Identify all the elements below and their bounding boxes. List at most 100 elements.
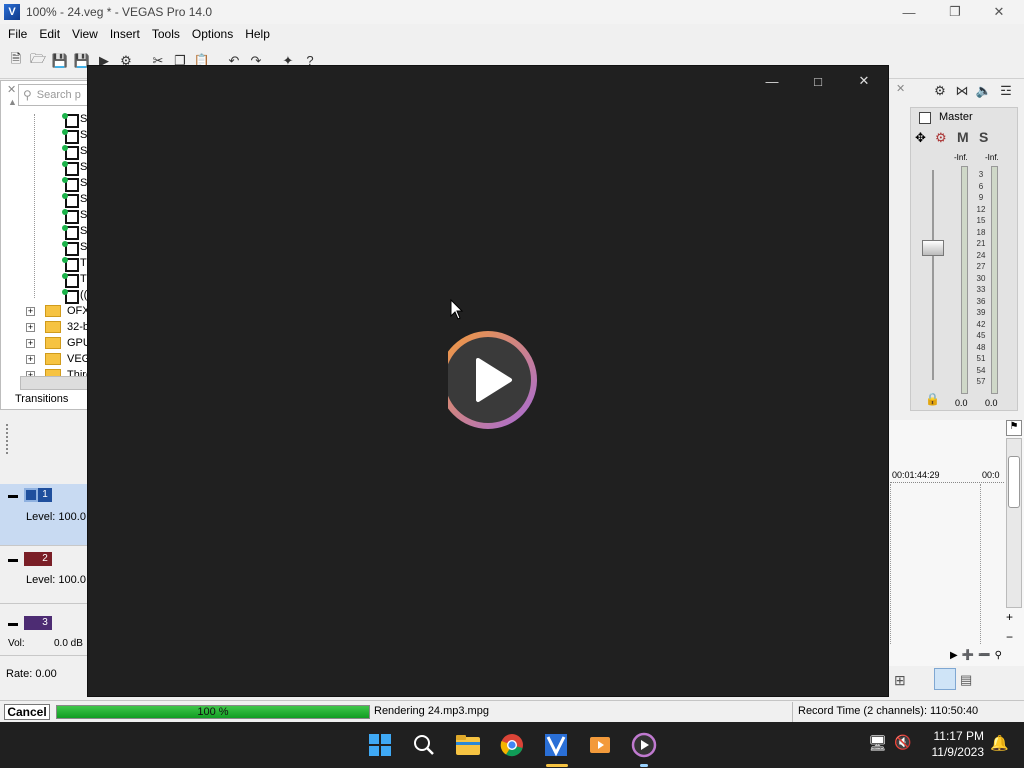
file-explorer-icon[interactable] [454, 731, 482, 759]
mixer-settings-gear-icon[interactable]: ⚙ [930, 81, 950, 101]
mixer-toolbar: ⚙ ⋈ 🔈 ☲ [892, 80, 1024, 102]
search-input[interactable]: ⚲ Search p [18, 84, 88, 106]
plugin-item[interactable]: S [62, 127, 87, 144]
folder-item[interactable]: + GPU [26, 335, 91, 351]
plugin-item[interactable]: T [62, 255, 87, 272]
chrome-icon[interactable] [498, 731, 526, 759]
folder-item[interactable]: +32-bi [26, 319, 91, 335]
plugin-item[interactable]: S [62, 191, 87, 208]
menu-file[interactable]: File [2, 27, 33, 41]
mixer-speaker-icon[interactable]: 🔈 [974, 81, 994, 101]
panel-close-icon[interactable]: ✕ [7, 83, 16, 96]
track-1-header[interactable]: ▬ 1 Level: 100.0 [0, 484, 88, 546]
plugin-label: (( [80, 289, 88, 301]
mute-button[interactable]: M [957, 129, 969, 145]
track-3-collapse-icon[interactable]: ▬ [8, 618, 18, 629]
track-2-collapse-icon[interactable]: ▬ [8, 554, 18, 565]
plugin-label: S [80, 145, 88, 157]
expand-icon[interactable]: + [26, 354, 35, 364]
timeline-nav-buttons[interactable]: ▶➕➖⚲ [950, 650, 1006, 661]
master-fader-handle[interactable] [922, 240, 944, 256]
track-2-header[interactable]: ▬ 2 Level: 100.0 [0, 548, 88, 604]
tab-transitions[interactable]: Transitions [6, 393, 88, 411]
track-3-icon [24, 616, 38, 630]
media-player-window: — □ ✕ [88, 66, 888, 696]
menu-view[interactable]: View [66, 27, 104, 41]
player-maximize-button[interactable]: □ [798, 70, 838, 92]
expand-icon[interactable]: + [26, 322, 35, 332]
track-1-collapse-icon[interactable]: ▬ [8, 490, 18, 501]
search-placeholder: Search p [36, 89, 81, 101]
panel-scroll-up-icon[interactable]: ▲ [8, 97, 17, 107]
track-list-grip[interactable] [6, 424, 12, 454]
plugin-item[interactable]: S [62, 207, 87, 224]
notification-bell-icon[interactable]: 🔔 [990, 734, 1009, 752]
scrollbar-thumb[interactable] [1008, 456, 1020, 508]
plugin-icon [62, 273, 79, 288]
close-button[interactable]: ✕ [976, 0, 1022, 24]
minimize-button[interactable]: — [886, 0, 932, 24]
plugin-item[interactable]: T [62, 271, 87, 288]
volume-muted-icon[interactable]: 🔇 [894, 734, 911, 751]
new-file-icon[interactable]: 🗎 [6, 51, 26, 71]
folder-icon [45, 305, 61, 317]
title-bar: V 100% - 24.veg * - VEGAS Pro 14.0 — ❐ ✕ [0, 0, 1024, 24]
track-1-icon [24, 488, 38, 502]
windows-start-icon[interactable] [366, 731, 394, 759]
plugin-item[interactable]: S [62, 111, 87, 128]
search-icon[interactable] [410, 731, 438, 759]
menu-edit[interactable]: Edit [33, 27, 66, 41]
plugin-item[interactable]: S [62, 143, 88, 160]
restore-button[interactable]: ❐ [932, 0, 978, 24]
plugin-item[interactable]: S [62, 223, 87, 240]
mixer-faders-icon[interactable]: ☲ [996, 81, 1016, 101]
menu-tools[interactable]: Tools [146, 27, 186, 41]
plugin-item[interactable]: S [62, 175, 87, 192]
play-icon[interactable] [448, 310, 568, 430]
player-close-button[interactable]: ✕ [844, 70, 884, 92]
meter-tick-label: 54 [976, 365, 986, 375]
plugin-item[interactable]: (( [62, 287, 88, 304]
save-icon[interactable]: 💾 [50, 51, 70, 71]
track-3-header[interactable]: ▬ 3 Vol: 0.0 dB [0, 612, 88, 656]
meter-tick-label: 18 [976, 227, 986, 237]
status-divider [792, 702, 793, 722]
folder-item[interactable]: + VEGA [26, 351, 98, 367]
open-folder-icon[interactable]: 🗁 [28, 51, 48, 71]
solo-button[interactable]: S [979, 129, 988, 145]
running-app-indicator [640, 764, 648, 767]
expand-icon[interactable]: + [26, 306, 35, 316]
timecode-2: 00:0 [982, 470, 1000, 480]
move-icon[interactable]: ✥ [915, 130, 926, 146]
mixer-downmix-icon[interactable]: ⋈ [952, 81, 972, 101]
marker-flag-icon[interactable]: ⚑ [1006, 420, 1022, 436]
menu-options[interactable]: Options [186, 27, 239, 41]
menu-insert[interactable]: Insert [104, 27, 146, 41]
clock-date[interactable]: 11/9/2023 [918, 745, 985, 759]
render-progress-bar: 100 % [56, 705, 370, 719]
tree-horizontal-scrollbar[interactable] [20, 376, 88, 390]
expand-icon[interactable]: + [26, 338, 35, 348]
meter-right [991, 166, 998, 394]
master-toggle-checkbox[interactable] [919, 112, 931, 124]
plugin-item[interactable]: S [62, 239, 87, 256]
media-app-icon[interactable] [586, 731, 614, 759]
folder-item[interactable]: + OFX [26, 303, 90, 319]
select-tool-icon[interactable]: ▤ [960, 672, 972, 688]
zoom-in-icon[interactable]: + [1006, 610, 1013, 624]
media-player-taskbar-icon[interactable] [630, 731, 658, 759]
clock-time[interactable]: 11:17 PM [918, 729, 984, 743]
network-icon[interactable]: 🖥 [868, 734, 887, 752]
edit-tool-icon[interactable] [934, 668, 956, 690]
timecode-1: 00:01:44:29 [892, 470, 940, 480]
vegas-taskbar-icon[interactable] [542, 731, 570, 759]
player-minimize-button[interactable]: — [752, 70, 792, 92]
snap-icon[interactable]: ⊞ [894, 672, 906, 689]
menu-help[interactable]: Help [239, 27, 276, 41]
timeline-area[interactable]: 00:01:44:29 00:0 ⚑ + − ▶➕➖⚲ [888, 420, 1024, 666]
zoom-out-icon[interactable]: − [1006, 630, 1013, 644]
lock-icon[interactable]: 🔒 [925, 392, 940, 406]
cancel-render-button[interactable]: Cancel [4, 704, 50, 720]
plugin-item[interactable]: S [62, 159, 87, 176]
fx-gear-icon[interactable]: ⚙ [935, 130, 947, 146]
